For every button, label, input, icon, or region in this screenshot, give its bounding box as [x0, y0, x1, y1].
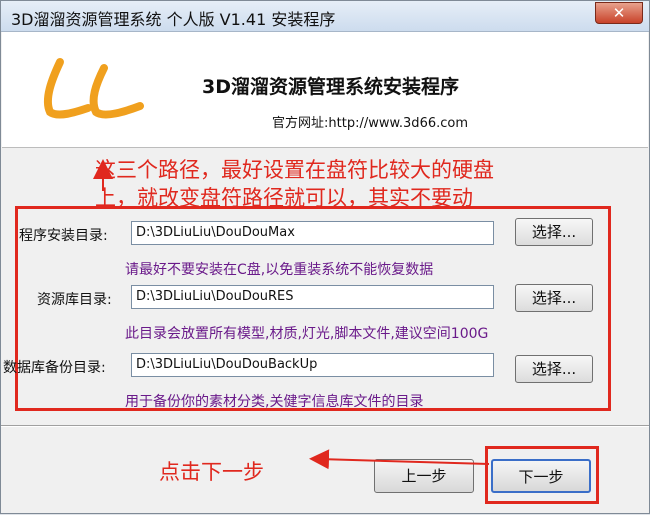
- installer-window: 3D溜溜资源管理系统 个人版 V1.41 安装程序 ✕ LL 3D溜溜资源管理系…: [0, 0, 650, 514]
- annotation-arrows: [93, 159, 490, 470]
- annotation-arrow-left: [309, 449, 490, 470]
